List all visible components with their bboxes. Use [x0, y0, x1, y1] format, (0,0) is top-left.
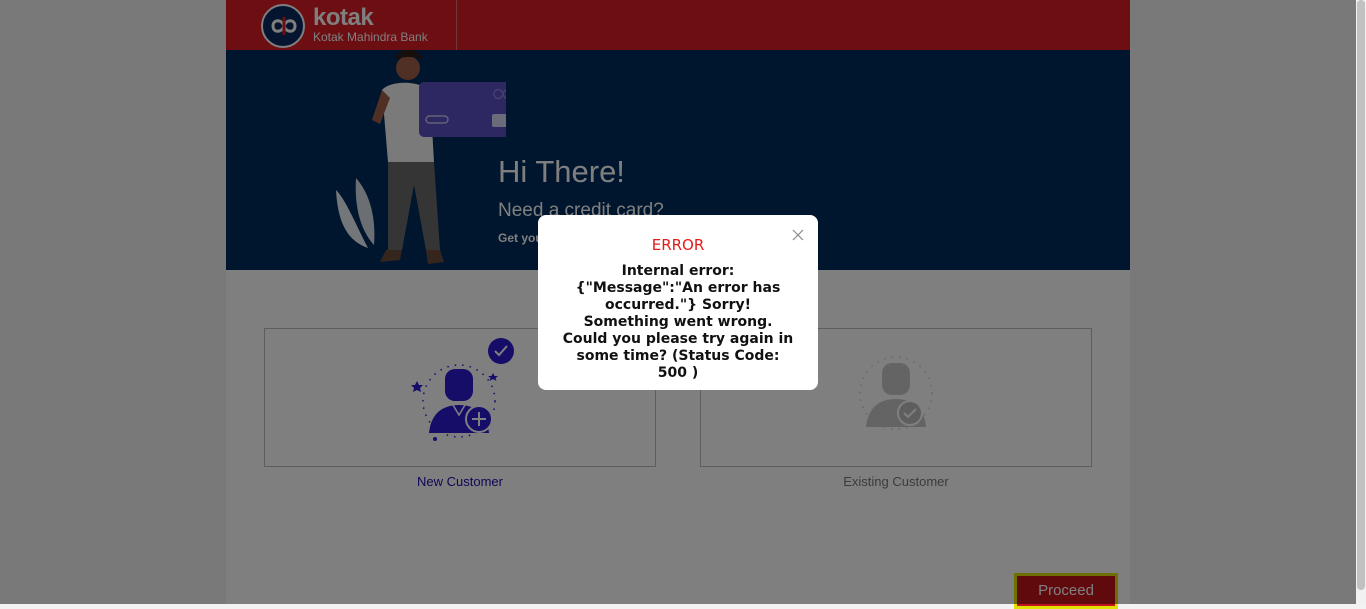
- error-message: Internal error: {"Message":"An error has…: [562, 263, 794, 381]
- scrollbar-thumb[interactable]: [1357, 0, 1365, 590]
- error-dialog: ERROR Internal error: {"Message":"An err…: [538, 215, 818, 390]
- error-title: ERROR: [651, 236, 705, 254]
- vertical-scrollbar[interactable]: [1356, 0, 1366, 604]
